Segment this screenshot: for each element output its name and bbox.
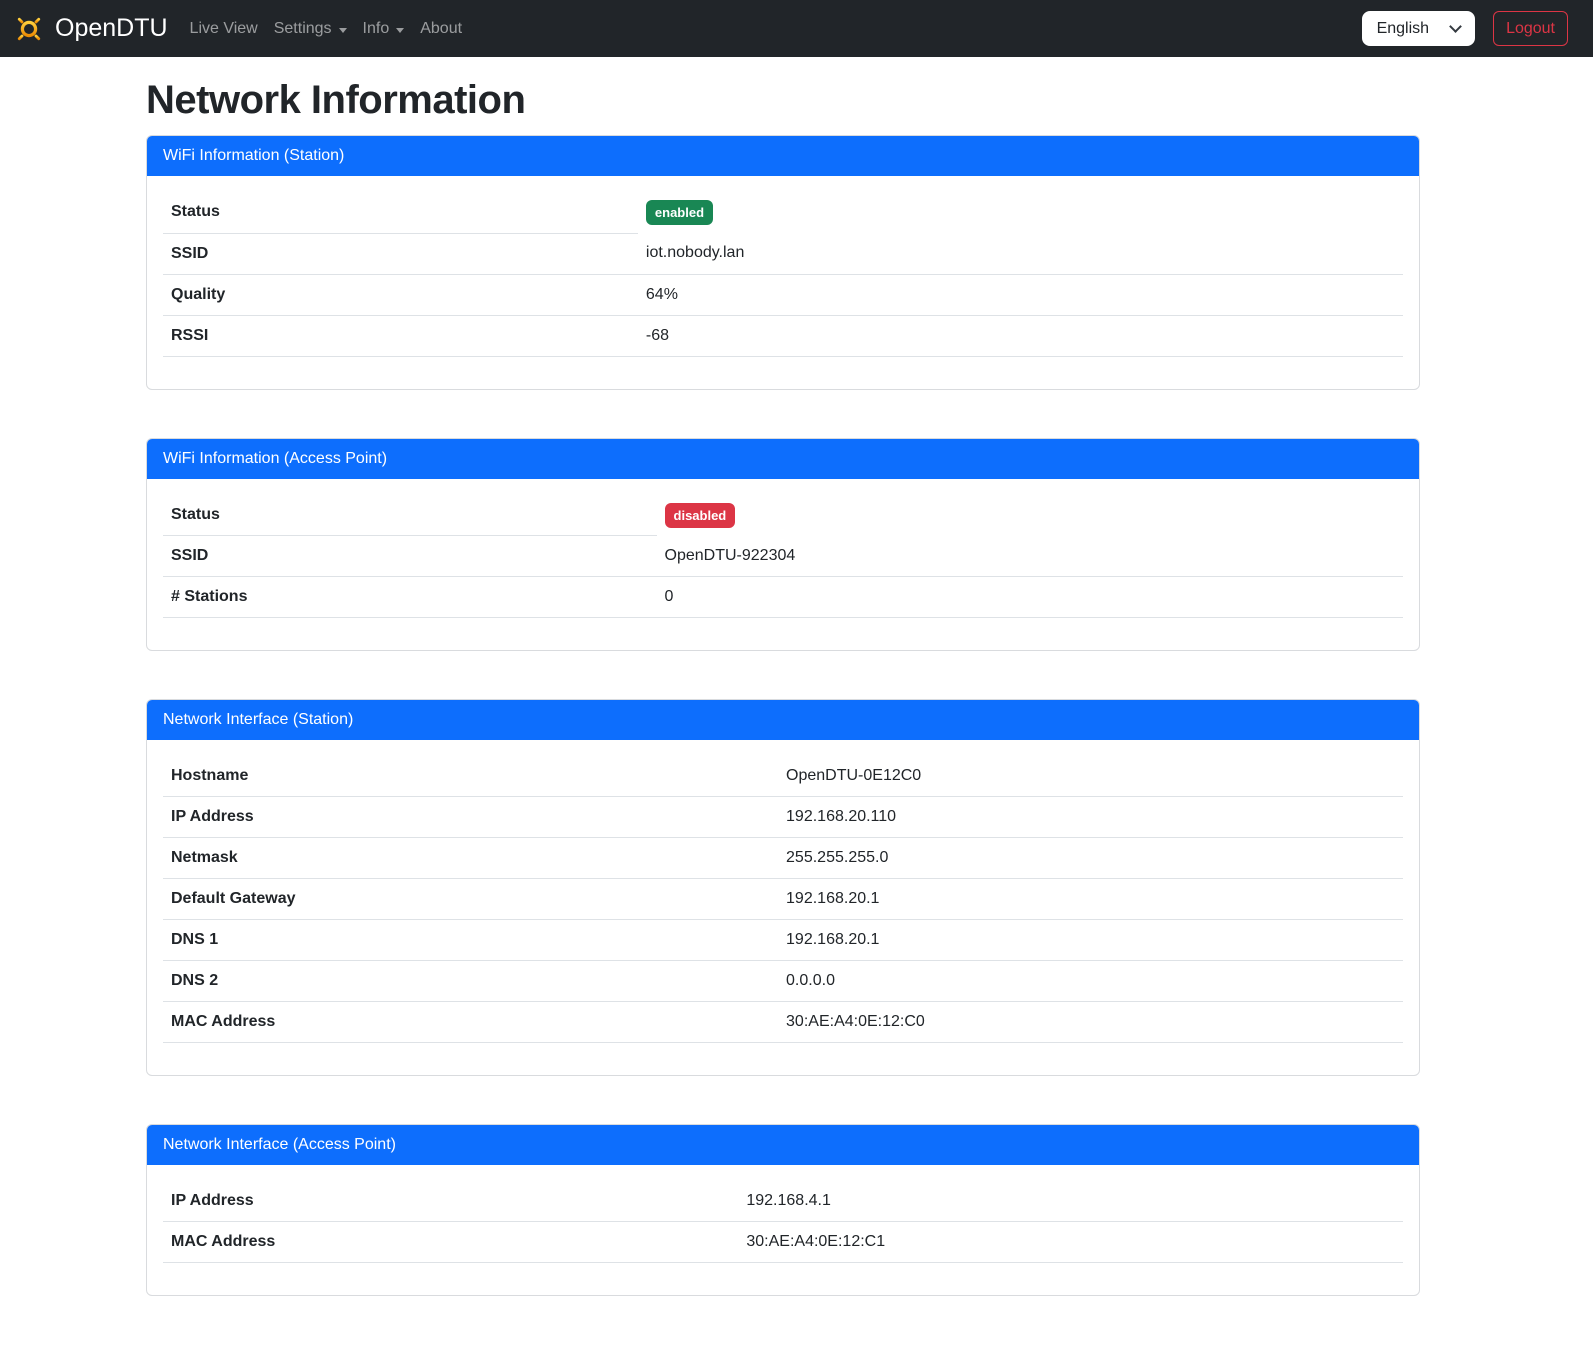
row-value: 64% xyxy=(638,274,1403,315)
info-table: IP Address 192.168.4.1 MAC Address 30:AE… xyxy=(163,1181,1403,1263)
status-badge: disabled xyxy=(665,503,736,528)
table-row: Default Gateway 192.168.20.1 xyxy=(163,879,1403,920)
info-table: Status disabled SSID OpenDTU-922304 # St… xyxy=(163,495,1403,619)
card-header: WiFi Information (Access Point) xyxy=(147,439,1419,479)
card-header: Network Interface (Station) xyxy=(147,700,1419,740)
logout-button[interactable]: Logout xyxy=(1493,11,1568,46)
card-wifi-station: WiFi Information (Station) Status enable… xyxy=(146,135,1420,390)
table-row: Netmask 255.255.255.0 xyxy=(163,838,1403,879)
table-row: RSSI -68 xyxy=(163,315,1403,356)
row-label: Hostname xyxy=(163,756,778,797)
table-row: # Stations 0 xyxy=(163,577,1403,618)
row-value: 192.168.20.1 xyxy=(778,879,1403,920)
card-body: Hostname OpenDTU-0E12C0 IP Address 192.1… xyxy=(147,740,1419,1075)
brand-text: OpenDTU xyxy=(55,14,168,43)
nav-item-label: About xyxy=(420,20,462,38)
nav-item-label: Settings xyxy=(274,20,332,38)
nav-links: Live View Settings Info About xyxy=(182,12,471,46)
chevron-down-icon xyxy=(1449,20,1462,33)
sun-icon xyxy=(12,12,46,46)
row-label: IP Address xyxy=(163,1181,738,1222)
card-body: IP Address 192.168.4.1 MAC Address 30:AE… xyxy=(147,1165,1419,1295)
info-table: Status enabled SSID iot.nobody.lan Quali… xyxy=(163,192,1403,357)
table-row: Status disabled xyxy=(163,495,1403,536)
main-content: Network Information WiFi Information (St… xyxy=(146,78,1420,1296)
nav-item-settings[interactable]: Settings xyxy=(266,12,355,46)
card-header: Network Interface (Access Point) xyxy=(147,1125,1419,1165)
table-row: IP Address 192.168.4.1 xyxy=(163,1181,1403,1222)
card-network-interface-station: Network Interface (Station) Hostname Ope… xyxy=(146,699,1420,1076)
row-label: MAC Address xyxy=(163,1002,778,1043)
row-value: 0.0.0.0 xyxy=(778,961,1403,1002)
row-value: 192.168.20.110 xyxy=(778,797,1403,838)
row-value: 255.255.255.0 xyxy=(778,838,1403,879)
row-label: DNS 1 xyxy=(163,920,778,961)
table-row: SSID OpenDTU-922304 xyxy=(163,536,1403,577)
row-value: disabled xyxy=(657,495,1403,536)
table-row: DNS 2 0.0.0.0 xyxy=(163,961,1403,1002)
card-wifi-access-point: WiFi Information (Access Point) Status d… xyxy=(146,438,1420,652)
caret-down-icon xyxy=(396,28,404,33)
nav-item-label: Info xyxy=(363,20,390,38)
table-row: MAC Address 30:AE:A4:0E:12:C0 xyxy=(163,1002,1403,1043)
navbar: OpenDTU Live View Settings Info About En… xyxy=(0,0,1593,57)
row-label: IP Address xyxy=(163,797,778,838)
row-label: RSSI xyxy=(163,315,638,356)
caret-down-icon xyxy=(339,28,347,33)
row-label: Quality xyxy=(163,274,638,315)
row-value: 30:AE:A4:0E:12:C1 xyxy=(738,1222,1403,1263)
navbar-right-group: English Logout xyxy=(1362,11,1568,46)
table-row: IP Address 192.168.20.110 xyxy=(163,797,1403,838)
row-value: 192.168.4.1 xyxy=(738,1181,1403,1222)
navbar-brand[interactable]: OpenDTU xyxy=(12,12,168,46)
row-value: enabled xyxy=(638,192,1403,233)
row-value: -68 xyxy=(638,315,1403,356)
card-body: Status enabled SSID iot.nobody.lan Quali… xyxy=(147,176,1419,389)
row-label: MAC Address xyxy=(163,1222,738,1263)
row-label: Default Gateway xyxy=(163,879,778,920)
table-row: MAC Address 30:AE:A4:0E:12:C1 xyxy=(163,1222,1403,1263)
row-label: SSID xyxy=(163,233,638,274)
table-row: Quality 64% xyxy=(163,274,1403,315)
row-value: 192.168.20.1 xyxy=(778,920,1403,961)
row-label: Netmask xyxy=(163,838,778,879)
language-select[interactable]: English xyxy=(1362,11,1475,46)
table-row: Status enabled xyxy=(163,192,1403,233)
nav-item-about[interactable]: About xyxy=(412,12,470,46)
nav-item-label: Live View xyxy=(190,20,258,38)
row-label: SSID xyxy=(163,536,657,577)
table-row: DNS 1 192.168.20.1 xyxy=(163,920,1403,961)
row-value: iot.nobody.lan xyxy=(638,233,1403,274)
table-row: Hostname OpenDTU-0E12C0 xyxy=(163,756,1403,797)
nav-item-info[interactable]: Info xyxy=(355,12,413,46)
page-title: Network Information xyxy=(146,78,1420,123)
card-network-interface-access-point: Network Interface (Access Point) IP Addr… xyxy=(146,1124,1420,1296)
row-label: DNS 2 xyxy=(163,961,778,1002)
row-value: OpenDTU-922304 xyxy=(657,536,1403,577)
row-value: 0 xyxy=(657,577,1403,618)
row-label: Status xyxy=(163,495,657,536)
row-value: 30:AE:A4:0E:12:C0 xyxy=(778,1002,1403,1043)
card-body: Status disabled SSID OpenDTU-922304 # St… xyxy=(147,479,1419,651)
status-badge: enabled xyxy=(646,200,713,225)
info-table: Hostname OpenDTU-0E12C0 IP Address 192.1… xyxy=(163,756,1403,1043)
language-select-value: English xyxy=(1377,20,1429,38)
row-label: # Stations xyxy=(163,577,657,618)
table-row: SSID iot.nobody.lan xyxy=(163,233,1403,274)
row-label: Status xyxy=(163,192,638,233)
nav-item-live-view[interactable]: Live View xyxy=(182,12,266,46)
card-header: WiFi Information (Station) xyxy=(147,136,1419,176)
row-value: OpenDTU-0E12C0 xyxy=(778,756,1403,797)
